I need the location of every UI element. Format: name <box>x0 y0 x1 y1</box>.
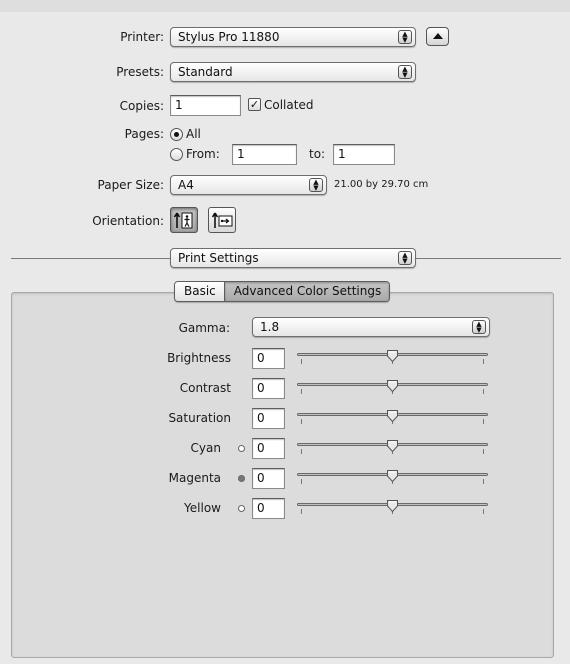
adjust-label-contrast: Contrast <box>179 381 231 395</box>
brightness-field[interactable]: 0 <box>252 348 285 369</box>
paper-size-popup[interactable]: A4 ▲ ▼ <box>170 175 327 195</box>
cyan-slider-knob[interactable] <box>386 439 399 453</box>
pages-all-radio[interactable] <box>170 128 183 141</box>
orientation-label: Orientation: <box>92 214 164 228</box>
adjust-label-magenta: Magenta <box>168 471 221 485</box>
slider-tick <box>483 419 484 424</box>
presets-label: Presets: <box>116 65 164 79</box>
disclosure-button[interactable] <box>426 27 449 46</box>
slider-tick <box>483 509 484 514</box>
printer-label: Printer: <box>120 30 164 44</box>
popup-arrows-icon: ▲ ▼ <box>398 30 412 44</box>
slider-tick <box>483 449 484 454</box>
landscape-orientation-button[interactable] <box>208 207 236 233</box>
pages-from-label: From: <box>186 147 220 161</box>
slider-tick <box>483 479 484 484</box>
cyan-field[interactable]: 0 <box>252 438 285 459</box>
triangle-up-icon <box>433 33 443 39</box>
copies-label: Copies: <box>119 99 164 113</box>
printer-value: Stylus Pro 11880 <box>178 30 280 44</box>
top-strip <box>0 0 570 12</box>
slider-tick <box>301 419 302 424</box>
slider-tick <box>301 449 302 454</box>
portrait-orientation-button[interactable] <box>170 207 198 233</box>
landscape-icon <box>211 212 233 228</box>
gamma-popup[interactable]: 1.8 ▲ ▼ <box>252 317 490 337</box>
adjust-label-yellow: Yellow <box>184 501 221 515</box>
print-settings-value: Print Settings <box>178 251 259 265</box>
cyan-swatch-icon <box>238 445 245 452</box>
slider-tick <box>301 389 302 394</box>
portrait-icon <box>173 212 193 229</box>
popup-arrows-icon: ▲ ▼ <box>309 178 323 192</box>
slider-tick <box>483 359 484 364</box>
pages-to-field[interactable]: 1 <box>333 144 395 165</box>
pages-from-radio[interactable] <box>170 148 183 161</box>
pages-to-label: to: <box>309 147 326 161</box>
slider-tick <box>301 359 302 364</box>
contrast-slider-knob[interactable] <box>386 379 399 393</box>
paper-size-label: Paper Size: <box>97 178 164 192</box>
adjust-label-cyan: Cyan <box>190 441 221 455</box>
slider-tick <box>483 389 484 394</box>
slider-tick <box>301 509 302 514</box>
slider-tick <box>301 479 302 484</box>
separator-left <box>11 258 170 259</box>
gamma-value: 1.8 <box>260 320 280 334</box>
yellow-field[interactable]: 0 <box>252 498 285 519</box>
saturation-field[interactable]: 0 <box>252 408 285 429</box>
adjust-label-saturation: Saturation <box>168 411 231 425</box>
saturation-slider-knob[interactable] <box>386 409 399 423</box>
popup-arrows-icon: ▲ ▼ <box>398 65 412 79</box>
popup-arrows-icon: ▲ ▼ <box>472 320 486 334</box>
brightness-slider-knob[interactable] <box>386 349 399 363</box>
copies-field[interactable]: 1 <box>170 95 241 116</box>
pages-label: Pages: <box>124 127 164 141</box>
separator-right <box>416 258 561 259</box>
printer-popup[interactable]: Stylus Pro 11880 ▲ ▼ <box>170 27 416 47</box>
magenta-field[interactable]: 0 <box>252 468 285 489</box>
collated-label: Collated <box>264 98 314 112</box>
adjust-label-brightness: Brightness <box>167 351 231 365</box>
gamma-label: Gamma: <box>178 321 230 335</box>
pages-from-field[interactable]: 1 <box>232 144 297 165</box>
tab-basic[interactable]: Basic <box>175 282 224 301</box>
print-settings-popup[interactable]: Print Settings ▲ ▼ <box>170 248 416 268</box>
magenta-slider-knob[interactable] <box>386 469 399 483</box>
pages-all-label: All <box>186 127 201 141</box>
yellow-swatch-icon <box>238 505 245 512</box>
popup-arrows-icon: ▲ ▼ <box>398 251 412 265</box>
magenta-swatch-icon <box>238 475 245 482</box>
yellow-slider-knob[interactable] <box>386 499 399 513</box>
tab-advanced-color-settings[interactable]: Advanced Color Settings <box>223 282 390 301</box>
collated-checkbox[interactable]: ✓ <box>248 98 261 111</box>
presets-value: Standard <box>178 65 233 79</box>
tab-bar: Basic Advanced Color Settings <box>174 281 391 302</box>
presets-popup[interactable]: Standard ▲ ▼ <box>170 62 416 82</box>
paper-dimensions: 21.00 by 29.70 cm <box>334 179 429 190</box>
contrast-field[interactable]: 0 <box>252 378 285 399</box>
paper-size-value: A4 <box>178 178 194 192</box>
